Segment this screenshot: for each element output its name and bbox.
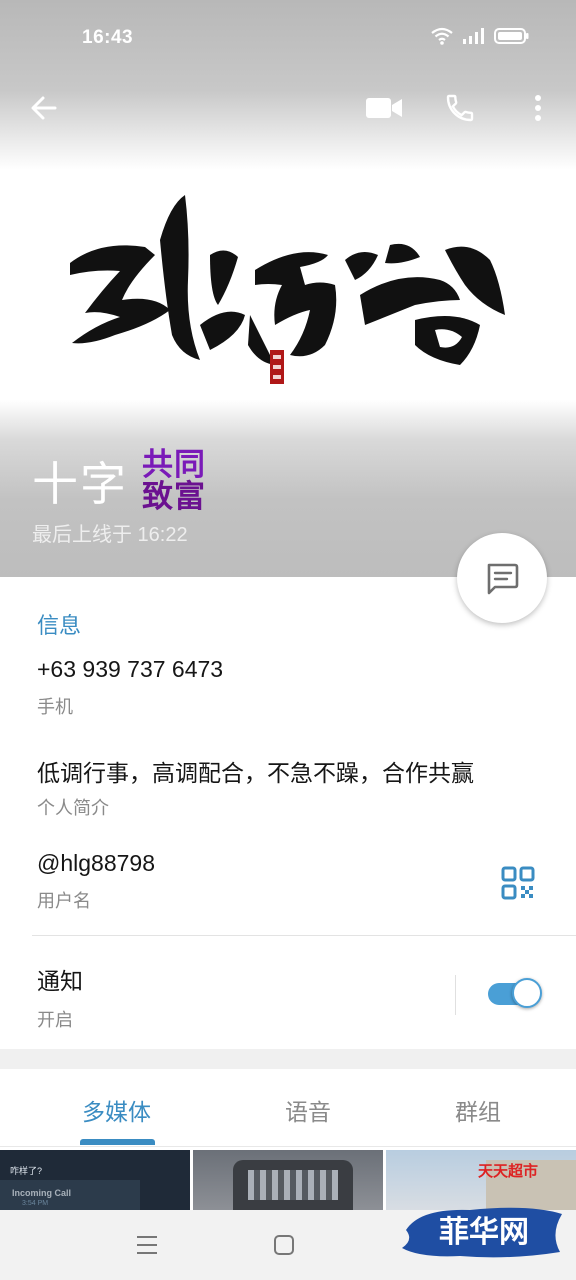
notifications-status: 开启 [37, 1010, 73, 1030]
video-call-button[interactable] [362, 86, 406, 130]
more-options-button[interactable] [516, 86, 560, 130]
tab-media[interactable]: 多媒体 [82, 1093, 151, 1127]
thumb-call-bubble [0, 1180, 140, 1210]
toggle-divider [455, 975, 456, 1015]
nav-home-icon [274, 1235, 294, 1255]
username-row[interactable]: @hlg88798 用户名 [37, 850, 155, 913]
username-text: @hlg88798 [37, 850, 155, 876]
media-thumb-screenshot[interactable]: 咋样了? Incoming Call 3:54 PM [0, 1150, 190, 1210]
back-button[interactable] [22, 86, 66, 130]
notifications-toggle[interactable] [488, 978, 542, 1008]
message-icon [487, 563, 519, 595]
nav-menu-button[interactable] [130, 1228, 164, 1262]
phone-label: 手机 [37, 697, 73, 717]
phone-icon [446, 94, 474, 122]
bio-text: 低调行事，高调配合，不急不躁，合作共赢 [37, 760, 474, 786]
profile-name: 十字 [32, 458, 128, 510]
qr-code-icon [501, 866, 535, 900]
badge-line-1: 共同 [142, 447, 206, 482]
profile-photo-calligraphy[interactable] [60, 185, 516, 395]
more-vert-icon [535, 95, 541, 121]
notifications-row[interactable]: 通知 开启 [37, 962, 83, 1032]
media-thumb-car[interactable] [193, 1150, 383, 1210]
battery-icon [494, 28, 529, 44]
bio-row[interactable]: 低调行事，高调配合，不急不躁，合作共赢 个人简介 [37, 754, 474, 820]
section-divider [32, 935, 576, 936]
thumb-chat-text: 咋样了? [10, 1166, 43, 1176]
phone-row[interactable]: +63 939 737 6473 手机 [37, 656, 223, 719]
status-time: 16:43 [82, 27, 134, 48]
watermark-logo: 菲华网 [402, 1207, 562, 1258]
username-label: 用户名 [37, 891, 91, 911]
signal-icon [463, 28, 484, 44]
qr-code-button[interactable] [499, 864, 537, 902]
video-call-icon [366, 98, 402, 118]
wifi-icon [431, 27, 453, 45]
nav-menu-icon [137, 1236, 157, 1254]
status-bar: 16:43 [0, 0, 576, 76]
tab-groups[interactable]: 群组 [455, 1093, 501, 1127]
info-section-title: 信息 [37, 613, 82, 638]
bio-label: 个人简介 [37, 798, 109, 818]
back-arrow-icon [31, 96, 57, 120]
nav-home-button[interactable] [267, 1228, 301, 1262]
profile-header: 16:43 十字 共同 致富 最后上线于 16:22 [0, 0, 576, 577]
thumb-car-grille-bars [248, 1170, 338, 1200]
active-tab-indicator [80, 1139, 155, 1145]
phone-button[interactable] [438, 86, 482, 130]
thumb-store-sign: 天天超市 [478, 1163, 539, 1180]
notifications-title: 通知 [37, 968, 83, 994]
phone-number: +63 939 737 6473 [37, 656, 224, 682]
name-badge: 共同 致富 [142, 449, 206, 513]
profile-name-row: 十字 共同 致富 [32, 448, 206, 514]
tab-voice[interactable]: 语音 [285, 1093, 331, 1127]
toggle-knob [512, 978, 542, 1008]
media-tabs: 多媒体 语音 群组 [0, 1069, 576, 1147]
send-message-button[interactable] [457, 533, 547, 623]
section-spacer [0, 1049, 576, 1069]
badge-line-2: 致富 [142, 479, 206, 514]
last-seen-status: 最后上线于 16:22 [32, 524, 188, 546]
watermark-text: 菲华网 [439, 1215, 529, 1250]
status-icons [430, 26, 530, 46]
